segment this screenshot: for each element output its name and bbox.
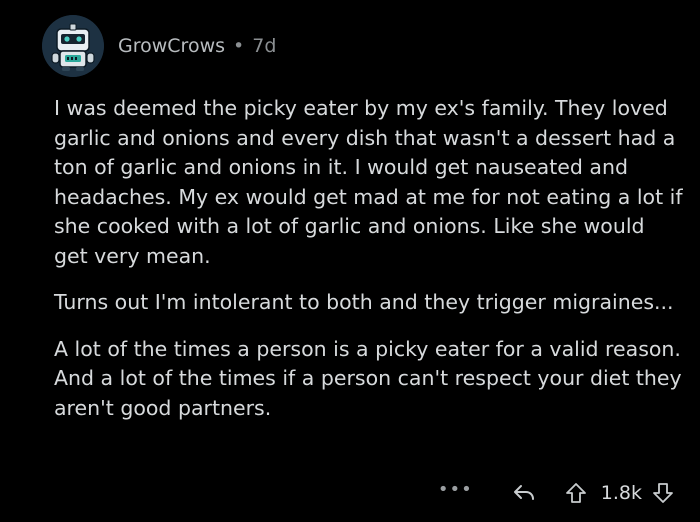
reply-button[interactable] [509, 478, 539, 508]
more-options-button[interactable]: ••• [438, 481, 473, 499]
upvote-button[interactable] [561, 478, 591, 508]
robot-avatar-icon [42, 15, 104, 77]
comment-header: GrowCrows • 7d [42, 12, 276, 80]
meta-separator: • [233, 35, 245, 57]
reply-arrow-icon [513, 485, 534, 500]
avatar[interactable] [42, 15, 104, 77]
upvote-arrow-icon [565, 483, 586, 503]
vote-score: 1.8k [600, 482, 642, 504]
username[interactable]: GrowCrows [118, 35, 225, 57]
downvote-button[interactable] [648, 478, 678, 508]
comment-paragraph-3: A lot of the times a person is a picky e… [54, 336, 682, 420]
comment-age: 7d [252, 35, 277, 57]
comment: GrowCrows • 7d I was deemed the picky ea… [0, 0, 700, 522]
comment-body: I was deemed the picky eater by my ex's … [54, 94, 684, 440]
downvote-arrow-icon [653, 483, 673, 503]
comment-actions: ••• 1.8k [438, 476, 678, 510]
comment-paragraph-1: I was deemed the picky eater by my ex's … [54, 96, 683, 268]
comment-paragraph-2: Turns out I'm intolerant to both and the… [54, 290, 674, 314]
